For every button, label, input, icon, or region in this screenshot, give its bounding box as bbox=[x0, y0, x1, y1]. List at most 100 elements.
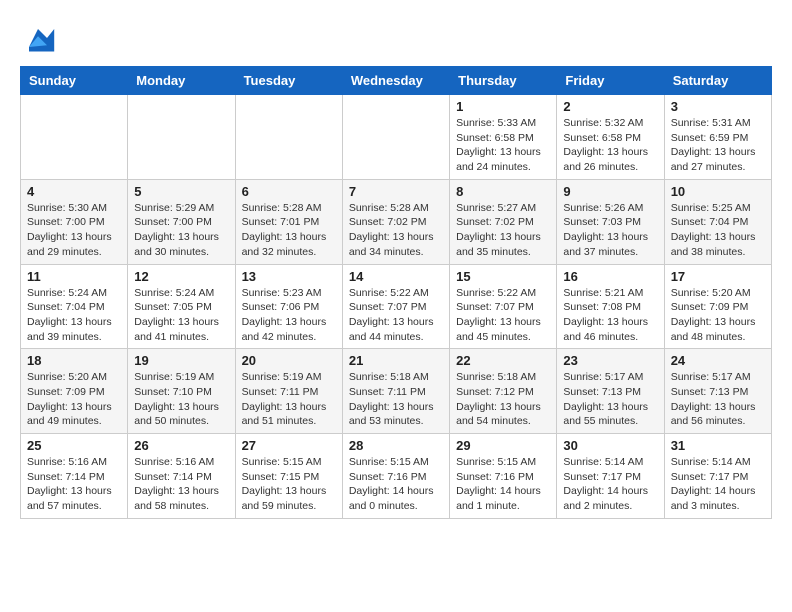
weekday-header-friday: Friday bbox=[557, 67, 664, 95]
calendar-table: SundayMondayTuesdayWednesdayThursdayFrid… bbox=[20, 66, 772, 519]
calendar-cell: 13Sunrise: 5:23 AM Sunset: 7:06 PM Dayli… bbox=[235, 264, 342, 349]
day-info: Sunrise: 5:15 AM Sunset: 7:15 PM Dayligh… bbox=[242, 455, 336, 514]
day-info: Sunrise: 5:15 AM Sunset: 7:16 PM Dayligh… bbox=[456, 455, 550, 514]
calendar-cell: 15Sunrise: 5:22 AM Sunset: 7:07 PM Dayli… bbox=[450, 264, 557, 349]
day-number: 28 bbox=[349, 438, 443, 453]
day-number: 21 bbox=[349, 353, 443, 368]
day-info: Sunrise: 5:24 AM Sunset: 7:05 PM Dayligh… bbox=[134, 286, 228, 345]
calendar-cell: 17 Sunrise: 5:20 AM Sunset: 7:09 PM Dayli… bbox=[664, 264, 771, 349]
day-number: 12 bbox=[134, 269, 228, 284]
calendar-cell: 29 Sunrise: 5:15 AM Sunset: 7:16 PM Dayli… bbox=[450, 434, 557, 519]
calendar-cell: 4 Sunrise: 5:30 AM Sunset: 7:00 PM Daylig… bbox=[21, 179, 128, 264]
day-info: Sunrise: 5:28 AM Sunset: 7:02 PM Dayligh… bbox=[349, 201, 443, 260]
calendar-week-row: 25 Sunrise: 5:16 AM Sunset: 7:14 PM Dayli… bbox=[21, 434, 772, 519]
day-info: Sunrise: 5:18 AM Sunset: 7:11 PM Dayligh… bbox=[349, 370, 443, 429]
logo-icon bbox=[20, 20, 56, 56]
day-info: Sunrise: 5:14 AM Sunset: 7:17 PM Dayligh… bbox=[563, 455, 657, 514]
weekday-header-row: SundayMondayTuesdayWednesdayThursdayFrid… bbox=[21, 67, 772, 95]
weekday-header-wednesday: Wednesday bbox=[342, 67, 449, 95]
calendar-cell: 27 Sunrise: 5:15 AM Sunset: 7:15 PM Dayli… bbox=[235, 434, 342, 519]
day-number: 14 bbox=[349, 269, 443, 284]
day-info: Sunrise: 5:30 AM Sunset: 7:00 PM Dayligh… bbox=[27, 201, 121, 260]
day-number: 27 bbox=[242, 438, 336, 453]
day-number: 29 bbox=[456, 438, 550, 453]
calendar-cell: 12 Sunrise: 5:24 AM Sunset: 7:05 PM Dayli… bbox=[128, 264, 235, 349]
day-number: 23 bbox=[563, 353, 657, 368]
calendar-cell: 25 Sunrise: 5:16 AM Sunset: 7:14 PM Dayli… bbox=[21, 434, 128, 519]
calendar-cell: 31 Sunrise: 5:14 AM Sunset: 7:17 PM Dayli… bbox=[664, 434, 771, 519]
calendar-cell: 23 Sunrise: 5:17 AM Sunset: 7:13 PM Dayli… bbox=[557, 349, 664, 434]
calendar-cell: 22 Sunrise: 5:18 AM Sunset: 7:12 PM Dayli… bbox=[450, 349, 557, 434]
day-number: 10 bbox=[671, 184, 765, 199]
day-number: 20 bbox=[242, 353, 336, 368]
day-info: Sunrise: 5:15 AM Sunset: 7:16 PM Dayligh… bbox=[349, 455, 443, 514]
day-info: Sunrise: 5:24 AM Sunset: 7:04 PM Dayligh… bbox=[27, 286, 121, 345]
weekday-header-monday: Monday bbox=[128, 67, 235, 95]
calendar-cell bbox=[235, 95, 342, 180]
day-number: 4 bbox=[27, 184, 121, 199]
day-number: 7 bbox=[349, 184, 443, 199]
calendar-week-row: 4 Sunrise: 5:30 AM Sunset: 7:00 PM Daylig… bbox=[21, 179, 772, 264]
day-number: 31 bbox=[671, 438, 765, 453]
day-info: Sunrise: 5:25 AM Sunset: 7:04 PM Dayligh… bbox=[671, 201, 765, 260]
calendar-cell: 21 Sunrise: 5:18 AM Sunset: 7:11 PM Dayli… bbox=[342, 349, 449, 434]
day-number: 11 bbox=[27, 269, 121, 284]
day-number: 30 bbox=[563, 438, 657, 453]
day-info: Sunrise: 5:20 AM Sunset: 7:09 PM Dayligh… bbox=[671, 286, 765, 345]
day-number: 9 bbox=[563, 184, 657, 199]
day-number: 5 bbox=[134, 184, 228, 199]
day-number: 25 bbox=[27, 438, 121, 453]
weekday-header-saturday: Saturday bbox=[664, 67, 771, 95]
day-info: Sunrise: 5:21 AM Sunset: 7:08 PM Dayligh… bbox=[563, 286, 657, 345]
weekday-header-tuesday: Tuesday bbox=[235, 67, 342, 95]
day-number: 1 bbox=[456, 99, 550, 114]
calendar-cell: 8Sunrise: 5:27 AM Sunset: 7:02 PM Daylig… bbox=[450, 179, 557, 264]
day-info: Sunrise: 5:22 AM Sunset: 7:07 PM Dayligh… bbox=[349, 286, 443, 345]
calendar-cell: 18 Sunrise: 5:20 AM Sunset: 7:09 PM Dayli… bbox=[21, 349, 128, 434]
calendar-cell: 28 Sunrise: 5:15 AM Sunset: 7:16 PM Dayli… bbox=[342, 434, 449, 519]
calendar-cell bbox=[128, 95, 235, 180]
day-number: 26 bbox=[134, 438, 228, 453]
day-info: Sunrise: 5:16 AM Sunset: 7:14 PM Dayligh… bbox=[134, 455, 228, 514]
day-info: Sunrise: 5:17 AM Sunset: 7:13 PM Dayligh… bbox=[563, 370, 657, 429]
calendar-cell: 19 Sunrise: 5:19 AM Sunset: 7:10 PM Dayli… bbox=[128, 349, 235, 434]
calendar-cell: 26 Sunrise: 5:16 AM Sunset: 7:14 PM Dayli… bbox=[128, 434, 235, 519]
calendar-cell: 14 Sunrise: 5:22 AM Sunset: 7:07 PM Dayli… bbox=[342, 264, 449, 349]
day-info: Sunrise: 5:33 AM Sunset: 6:58 PM Dayligh… bbox=[456, 116, 550, 175]
day-info: Sunrise: 5:20 AM Sunset: 7:09 PM Dayligh… bbox=[27, 370, 121, 429]
day-info: Sunrise: 5:17 AM Sunset: 7:13 PM Dayligh… bbox=[671, 370, 765, 429]
day-number: 17 bbox=[671, 269, 765, 284]
page-header bbox=[20, 20, 772, 56]
day-info: Sunrise: 5:14 AM Sunset: 7:17 PM Dayligh… bbox=[671, 455, 765, 514]
calendar-cell: 9 Sunrise: 5:26 AM Sunset: 7:03 PM Daylig… bbox=[557, 179, 664, 264]
day-info: Sunrise: 5:29 AM Sunset: 7:00 PM Dayligh… bbox=[134, 201, 228, 260]
calendar-cell: 3Sunrise: 5:31 AM Sunset: 6:59 PM Daylig… bbox=[664, 95, 771, 180]
calendar-cell: 6 Sunrise: 5:28 AM Sunset: 7:01 PM Daylig… bbox=[235, 179, 342, 264]
calendar-week-row: 11 Sunrise: 5:24 AM Sunset: 7:04 PM Dayli… bbox=[21, 264, 772, 349]
day-number: 19 bbox=[134, 353, 228, 368]
day-info: Sunrise: 5:23 AM Sunset: 7:06 PM Dayligh… bbox=[242, 286, 336, 345]
day-info: Sunrise: 5:26 AM Sunset: 7:03 PM Dayligh… bbox=[563, 201, 657, 260]
day-info: Sunrise: 5:28 AM Sunset: 7:01 PM Dayligh… bbox=[242, 201, 336, 260]
calendar-cell: 5 Sunrise: 5:29 AM Sunset: 7:00 PM Daylig… bbox=[128, 179, 235, 264]
weekday-header-thursday: Thursday bbox=[450, 67, 557, 95]
calendar-cell: 24Sunrise: 5:17 AM Sunset: 7:13 PM Dayli… bbox=[664, 349, 771, 434]
day-number: 22 bbox=[456, 353, 550, 368]
calendar-week-row: 1 Sunrise: 5:33 AM Sunset: 6:58 PM Daylig… bbox=[21, 95, 772, 180]
calendar-cell: 10 Sunrise: 5:25 AM Sunset: 7:04 PM Dayli… bbox=[664, 179, 771, 264]
calendar-week-row: 18 Sunrise: 5:20 AM Sunset: 7:09 PM Dayli… bbox=[21, 349, 772, 434]
calendar-cell: 1 Sunrise: 5:33 AM Sunset: 6:58 PM Daylig… bbox=[450, 95, 557, 180]
calendar-cell: 20 Sunrise: 5:19 AM Sunset: 7:11 PM Dayli… bbox=[235, 349, 342, 434]
day-number: 2 bbox=[563, 99, 657, 114]
calendar-cell bbox=[21, 95, 128, 180]
day-info: Sunrise: 5:16 AM Sunset: 7:14 PM Dayligh… bbox=[27, 455, 121, 514]
calendar-cell: 2 Sunrise: 5:32 AM Sunset: 6:58 PM Daylig… bbox=[557, 95, 664, 180]
day-number: 18 bbox=[27, 353, 121, 368]
day-number: 8 bbox=[456, 184, 550, 199]
day-info: Sunrise: 5:19 AM Sunset: 7:10 PM Dayligh… bbox=[134, 370, 228, 429]
day-info: Sunrise: 5:32 AM Sunset: 6:58 PM Dayligh… bbox=[563, 116, 657, 175]
day-number: 6 bbox=[242, 184, 336, 199]
day-info: Sunrise: 5:22 AM Sunset: 7:07 PM Dayligh… bbox=[456, 286, 550, 345]
day-info: Sunrise: 5:19 AM Sunset: 7:11 PM Dayligh… bbox=[242, 370, 336, 429]
day-info: Sunrise: 5:18 AM Sunset: 7:12 PM Dayligh… bbox=[456, 370, 550, 429]
